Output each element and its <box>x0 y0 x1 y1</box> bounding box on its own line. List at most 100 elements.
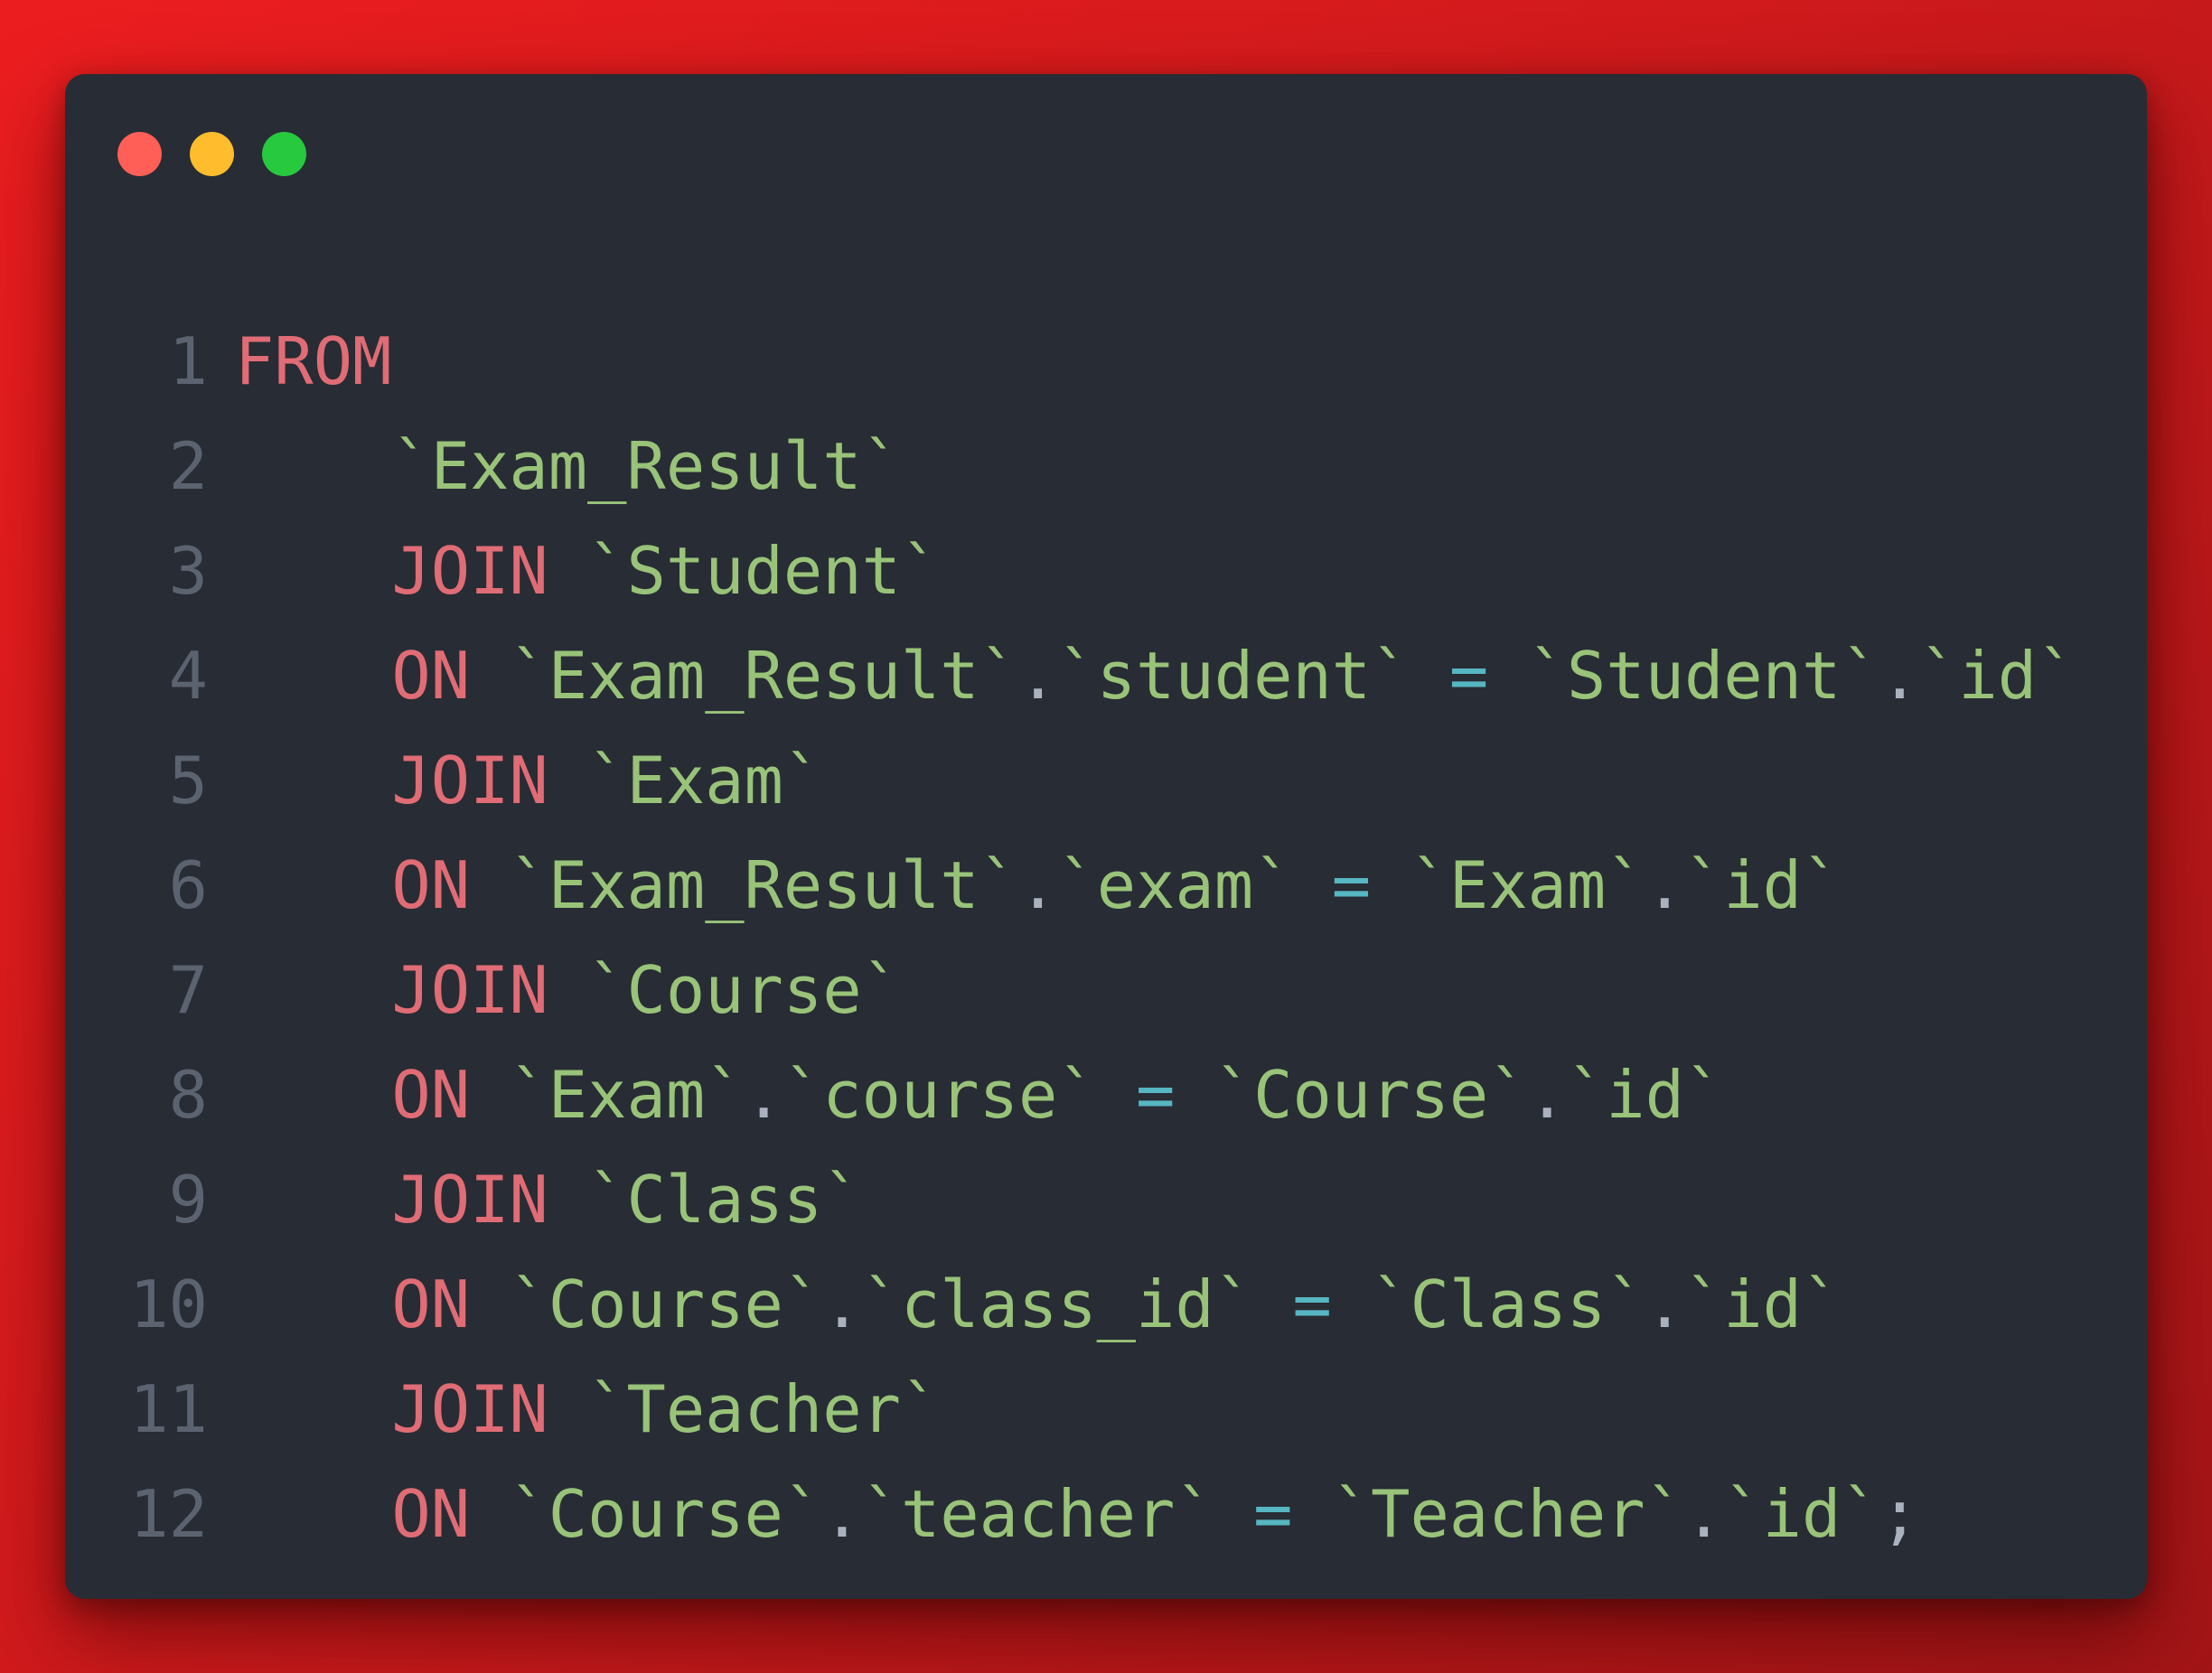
line-number: 7 <box>168 952 208 1028</box>
sql-keyword: ON <box>391 1266 471 1342</box>
line-number: 9 <box>168 1162 208 1238</box>
sql-identifier: `teacher` <box>861 1476 1214 1552</box>
sql-keyword: JOIN <box>391 533 548 609</box>
sql-punctuation: . <box>1527 1057 1567 1133</box>
line-number: 10 <box>129 1266 208 1342</box>
sql-identifier: `Course` <box>509 1476 823 1552</box>
sql-keyword: JOIN <box>391 743 548 818</box>
sql-identifier: `Course` <box>1214 1057 1528 1133</box>
line-number: 1 <box>168 323 208 399</box>
sql-identifier: `student` <box>1057 638 1411 714</box>
sql-identifier: `Exam` <box>587 743 823 818</box>
sql-identifier: `Exam` <box>509 1057 745 1133</box>
sql-punctuation: . <box>1017 847 1058 923</box>
sql-keyword: ON <box>391 638 471 714</box>
sql-identifier: `Exam_Result` <box>509 638 1018 714</box>
sql-keyword: ON <box>391 1476 471 1552</box>
sql-identifier: `Class` <box>587 1162 862 1238</box>
code-line: 12 ON `Course`.`teacher` = `Teacher`.`id… <box>65 1462 2147 1566</box>
line-content: JOIN `Class` <box>235 1147 862 1252</box>
sql-identifier: `Exam` <box>1410 847 1645 923</box>
line-number: 11 <box>129 1371 208 1447</box>
sql-operator: = <box>1331 847 1372 923</box>
window-controls <box>117 132 306 176</box>
line-number: 12 <box>129 1476 208 1552</box>
line-content: ON `Exam`.`course` = `Course`.`id` <box>235 1042 1723 1147</box>
sql-identifier: `id` <box>1566 1057 1724 1133</box>
sql-punctuation: ; <box>1879 1476 1920 1552</box>
sql-punctuation: . <box>822 1266 862 1342</box>
sql-identifier: `id` <box>1683 1266 1842 1342</box>
code-line: 11 JOIN `Teacher` <box>65 1357 2147 1462</box>
sql-identifier: `id` <box>1683 847 1842 923</box>
close-window-button[interactable] <box>117 132 162 176</box>
sql-identifier: `Exam_Result` <box>391 428 901 504</box>
code-line: 10 ON `Course`.`class_id` = `Class`.`id` <box>65 1252 2147 1357</box>
sql-operator: = <box>1448 638 1489 714</box>
sql-punctuation: . <box>822 1476 862 1552</box>
sql-identifier: `course` <box>783 1057 1097 1133</box>
line-number: 5 <box>168 743 208 818</box>
line-content: JOIN `Teacher` <box>235 1357 940 1462</box>
sql-identifier: `Class` <box>1371 1266 1645 1342</box>
minimize-window-button[interactable] <box>190 132 234 176</box>
sql-identifier: `class_id` <box>861 1266 1254 1342</box>
sql-punctuation: . <box>1017 638 1058 714</box>
sql-keyword: ON <box>391 847 471 923</box>
sql-identifier: `Teacher` <box>587 1371 941 1447</box>
sql-identifier: `exam` <box>1057 847 1293 923</box>
sql-keyword: JOIN <box>391 1371 548 1447</box>
code-line: 4 ON `Exam_Result`.`student` = `Student`… <box>65 623 2147 728</box>
line-content: `Exam_Result` <box>235 414 901 519</box>
line-number: 6 <box>168 847 208 923</box>
sql-identifier: `Course` <box>509 1266 823 1342</box>
line-content: JOIN `Exam` <box>235 728 822 833</box>
code-line: 9 JOIN `Class` <box>65 1147 2147 1252</box>
sql-identifier: `Student` <box>587 533 941 609</box>
sql-punctuation: . <box>1645 847 1684 923</box>
line-content: FROM <box>235 309 391 414</box>
code-line: 8 ON `Exam`.`course` = `Course`.`id` <box>65 1042 2147 1147</box>
line-number: 2 <box>168 428 208 504</box>
sql-punctuation: . <box>744 1057 783 1133</box>
sql-operator: = <box>1253 1476 1293 1552</box>
code-line: 5 JOIN `Exam` <box>65 728 2147 833</box>
line-content: ON `Exam_Result`.`exam` = `Exam`.`id` <box>235 833 1841 938</box>
sql-punctuation: . <box>1645 1266 1684 1342</box>
code-line: 1 FROM <box>65 309 2147 414</box>
line-content: ON `Exam_Result`.`student` = `Student`.`… <box>235 623 2076 728</box>
sql-punctuation: . <box>1879 638 1920 714</box>
line-content: JOIN `Course` <box>235 938 901 1042</box>
sql-identifier: `id` <box>1919 638 2076 714</box>
sql-identifier: `id` <box>1723 1476 1880 1552</box>
maximize-window-button[interactable] <box>262 132 306 176</box>
code-line: 7 JOIN `Course` <box>65 938 2147 1042</box>
sql-keyword: JOIN <box>391 952 548 1028</box>
sql-identifier: `Exam_Result` <box>509 847 1018 923</box>
line-number: 4 <box>168 638 208 714</box>
code-window: 1 FROM 2 `Exam_Result` 3 JOIN `Student` 4 ON… <box>65 74 2147 1599</box>
